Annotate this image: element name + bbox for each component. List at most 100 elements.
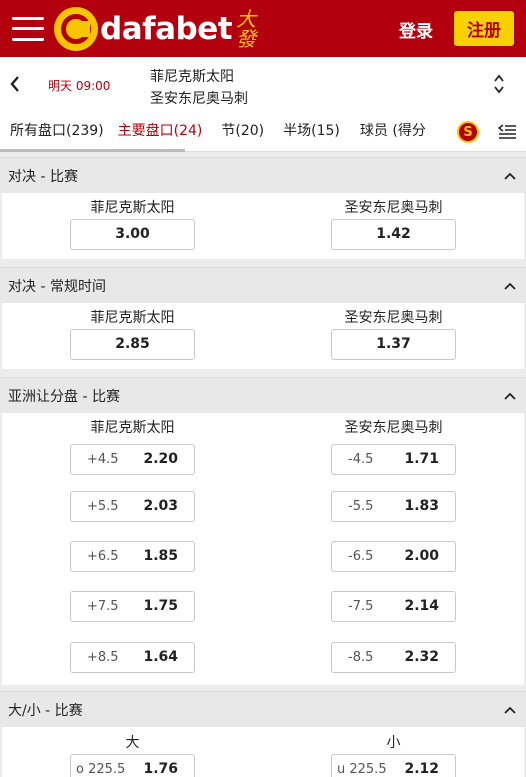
total-line: u 225.5 xyxy=(337,761,387,777)
home-team: 菲尼克斯太阳 xyxy=(150,69,234,85)
collapse-menu-icon[interactable] xyxy=(498,124,516,140)
handicap-line: +7.5 xyxy=(87,598,119,614)
selection-labels: 菲尼克斯太阳 圣安东尼奥马刺 xyxy=(2,413,524,437)
odds-price: 1.64 xyxy=(143,649,178,665)
odds-button[interactable]: 2.85 xyxy=(70,328,195,360)
selection-labels: 菲尼克斯太阳 圣安东尼奥马刺 xyxy=(2,303,524,327)
odds-row: o 225.5 1.76 u 225.5 2.12 xyxy=(2,751,524,777)
section-body: 菲尼克斯太阳 圣安东尼奥马刺 +4.5 2.20 -4.5 1.71 +5.5 2.0… xyxy=(2,413,524,685)
top-bar: dafabet 大發 登录 注册 xyxy=(0,0,526,57)
odds-row: +7.5 1.75 -7.5 2.14 xyxy=(2,581,524,631)
market-section: 对决 - 比赛 菲尼克斯太阳 圣安东尼奥马刺 3.00 1.42 xyxy=(0,157,526,259)
selection-labels: 大 小 xyxy=(2,727,524,751)
handicap-line: -6.5 xyxy=(348,548,374,564)
odds-price: 2.12 xyxy=(404,761,439,777)
section-header[interactable]: 对决 - 常规时间 xyxy=(0,267,526,303)
odds-button[interactable]: +4.5 2.20 xyxy=(70,443,195,475)
odds-button[interactable]: 1.42 xyxy=(331,218,456,250)
odds-button[interactable]: -7.5 2.14 xyxy=(331,590,456,622)
section-title: 对决 - 比赛 xyxy=(8,168,78,185)
odds-price: 2.20 xyxy=(143,451,178,467)
up-down-arrows-icon[interactable] xyxy=(492,73,506,95)
back-chevron-icon[interactable] xyxy=(8,74,22,94)
odds-row: +6.5 1.85 -6.5 2.00 xyxy=(2,531,524,581)
odds-button[interactable]: 3.00 xyxy=(70,218,195,250)
odds-button[interactable]: -4.5 1.71 xyxy=(331,443,456,475)
logo-text: dafabet xyxy=(100,10,233,47)
right-selection-label: 小 xyxy=(386,734,401,751)
left-selection-label: 菲尼克斯太阳 xyxy=(90,199,175,216)
tab-quarters[interactable]: 节(20) xyxy=(202,112,264,152)
odds-button[interactable]: +6.5 1.85 xyxy=(70,540,195,572)
chevron-up-icon[interactable] xyxy=(504,706,516,714)
tab-main-markets[interactable]: 主要盘口(24) xyxy=(104,112,203,152)
market-tabs: 所有盘口(239) 主要盘口(24) 节(20) 半场(15) 球员 (得分 S xyxy=(0,112,526,152)
handicap-line: +5.5 xyxy=(87,498,119,514)
section-body: 菲尼克斯太阳 圣安东尼奥马刺 3.00 1.42 xyxy=(2,193,524,259)
section-header[interactable]: 亚洲让分盘 - 比赛 xyxy=(0,377,526,413)
tab-half[interactable]: 半场(15) xyxy=(264,112,340,152)
section-title: 亚洲让分盘 - 比赛 xyxy=(8,388,120,405)
odds-button[interactable]: -6.5 2.00 xyxy=(331,540,456,572)
odds-row: 2.85 1.37 xyxy=(2,327,524,361)
odds-price: 1.76 xyxy=(143,761,178,777)
section-body: 大 小 o 225.5 1.76 u 225.5 2.12 xyxy=(2,727,524,777)
handicap-line: +8.5 xyxy=(87,649,119,665)
match-time: 明天 09:00 xyxy=(48,79,111,93)
tab-all-markets[interactable]: 所有盘口(239) xyxy=(0,112,104,152)
left-selection-label: 大 xyxy=(125,734,140,751)
register-button[interactable]: 注册 xyxy=(454,11,514,46)
handicap-line: +4.5 xyxy=(87,451,119,467)
left-selection-label: 菲尼克斯太阳 xyxy=(90,419,175,436)
away-team: 圣安东尼奥马刺 xyxy=(150,91,248,107)
market-section: 大/小 - 比赛 大 小 o 225.5 1.76 u 225.5 2.12 xyxy=(0,691,526,777)
odds-button[interactable]: -5.5 1.83 xyxy=(331,490,456,522)
odds-row: 3.00 1.42 xyxy=(2,217,524,251)
odds-price: 1.85 xyxy=(143,548,178,564)
right-selection-label: 圣安东尼奥马刺 xyxy=(344,309,443,326)
odds-price: 1.83 xyxy=(404,498,439,514)
market-section: 亚洲让分盘 - 比赛 菲尼克斯太阳 圣安东尼奥马刺 +4.5 2.20 -4.5 1… xyxy=(0,377,526,685)
handicap-line: +6.5 xyxy=(87,548,119,564)
section-body: 菲尼克斯太阳 圣安东尼奥马刺 2.85 1.37 xyxy=(2,303,524,369)
odds-price: 2.03 xyxy=(143,498,178,514)
logo-cn-text: 大發 xyxy=(236,6,257,51)
handicap-line: -4.5 xyxy=(348,451,374,467)
chevron-up-icon[interactable] xyxy=(504,282,516,290)
odds-button[interactable]: +5.5 2.03 xyxy=(70,490,195,522)
match-header: 明天 09:00 菲尼克斯太阳 圣安东尼奥马刺 xyxy=(0,57,526,112)
right-selection-label: 圣安东尼奥马刺 xyxy=(344,199,443,216)
logo-mark-icon xyxy=(54,6,98,51)
chevron-up-icon[interactable] xyxy=(504,172,516,180)
handicap-line: -8.5 xyxy=(348,649,374,665)
section-title: 对决 - 常规时间 xyxy=(8,278,106,295)
section-header[interactable]: 对决 - 比赛 xyxy=(0,157,526,193)
login-button[interactable]: 登录 xyxy=(399,17,433,42)
odds-button[interactable]: o 225.5 1.76 xyxy=(70,753,195,777)
odds-button[interactable]: u 225.5 2.12 xyxy=(331,753,456,777)
handicap-line: -5.5 xyxy=(348,498,374,514)
section-header[interactable]: 大/小 - 比赛 xyxy=(0,691,526,727)
odds-price: 1.71 xyxy=(404,451,439,467)
dafabet-logo[interactable]: dafabet 大發 xyxy=(54,6,258,51)
active-tab-indicator xyxy=(0,149,185,152)
odds-price: 2.14 xyxy=(404,598,439,614)
hamburger-menu-icon[interactable] xyxy=(12,16,44,41)
selection-labels: 菲尼克斯太阳 圣安东尼奥马刺 xyxy=(2,193,524,217)
total-line: o 225.5 xyxy=(76,761,126,777)
odds-row: +8.5 1.64 -8.5 2.32 xyxy=(2,631,524,683)
tab-players[interactable]: 球员 (得分 xyxy=(340,112,426,152)
odds-button[interactable]: +7.5 1.75 xyxy=(70,590,195,622)
handicap-line: -7.5 xyxy=(348,598,374,614)
odds-row: +5.5 2.03 -5.5 1.83 xyxy=(2,481,524,531)
s-badge-icon[interactable]: S xyxy=(457,121,479,143)
chevron-up-icon[interactable] xyxy=(504,392,516,400)
odds-button[interactable]: 1.37 xyxy=(331,328,456,360)
odds-price: 2.00 xyxy=(404,548,439,564)
odds-price: 2.32 xyxy=(404,649,439,665)
right-selection-label: 圣安东尼奥马刺 xyxy=(344,419,443,436)
odds-row: +4.5 2.20 -4.5 1.71 xyxy=(2,437,524,481)
odds-button[interactable]: +8.5 1.64 xyxy=(70,641,195,673)
market-section: 对决 - 常规时间 菲尼克斯太阳 圣安东尼奥马刺 2.85 1.37 xyxy=(0,267,526,369)
odds-button[interactable]: -8.5 2.32 xyxy=(331,641,456,673)
